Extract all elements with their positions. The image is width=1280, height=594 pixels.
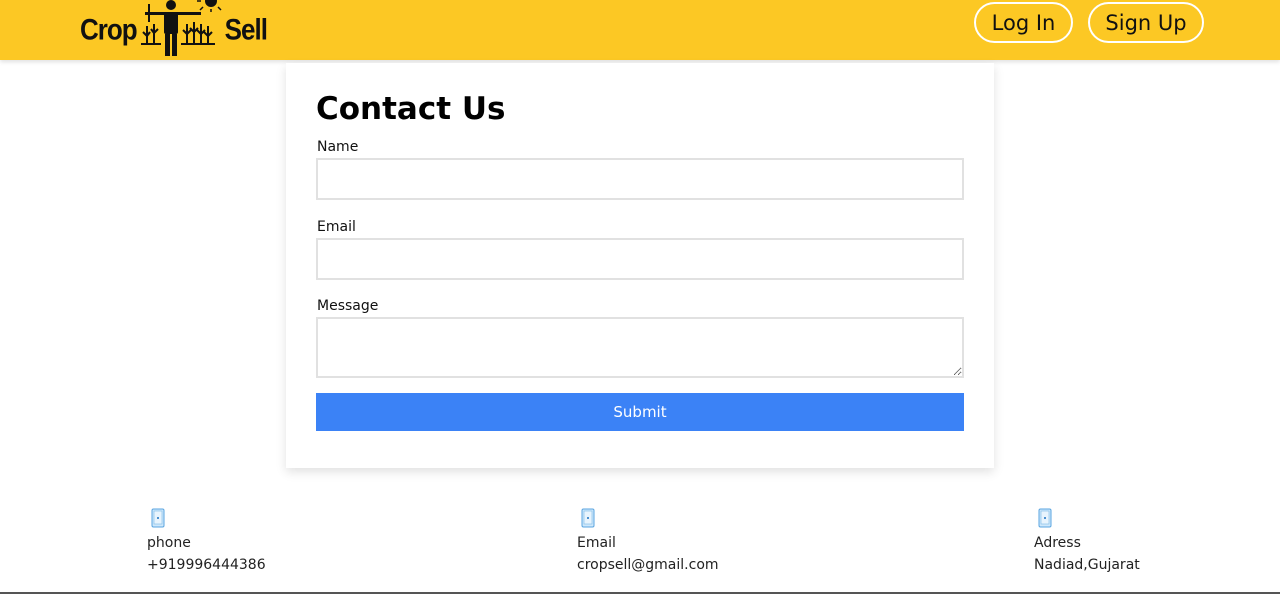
contact-phone: phone +919996444386	[147, 508, 266, 576]
contact-address-value: Nadiad,Gujarat	[1034, 557, 1140, 573]
crop-sell-logo[interactable]: Crop Sell	[80, 0, 268, 58]
submit-button[interactable]: Submit	[316, 393, 964, 431]
name-field[interactable]	[316, 158, 964, 200]
farmer-logo-icon	[140, 0, 222, 56]
email-label: Email	[317, 219, 356, 235]
contact-email: Email cropsell@gmail.com	[577, 508, 719, 576]
contact-email-title: Email	[577, 535, 616, 551]
contact-address-title: Adress	[1034, 535, 1081, 551]
contact-address: Adress Nadiad,Gujarat	[1034, 508, 1140, 576]
phone-icon	[1038, 508, 1052, 528]
contact-phone-title: phone	[147, 535, 191, 551]
logo-word-left: Crop	[80, 11, 138, 46]
top-navbar: Crop Sell Log In Sign Up	[0, 0, 1280, 60]
contact-email-value: cropsell@gmail.com	[577, 557, 719, 573]
contact-form-card: Contact Us Name Email Message Submit	[286, 63, 994, 468]
message-label: Message	[317, 298, 379, 314]
page-title: Contact Us	[316, 91, 506, 127]
contact-phone-value: +919996444386	[147, 557, 266, 573]
login-button[interactable]: Log In	[974, 2, 1073, 43]
logo-word-right: Sell	[224, 11, 268, 46]
name-label: Name	[317, 139, 359, 155]
message-field[interactable]	[316, 317, 964, 378]
phone-icon	[151, 508, 165, 528]
email-field[interactable]	[316, 238, 964, 280]
phone-icon	[581, 508, 595, 528]
signup-button[interactable]: Sign Up	[1088, 2, 1204, 43]
